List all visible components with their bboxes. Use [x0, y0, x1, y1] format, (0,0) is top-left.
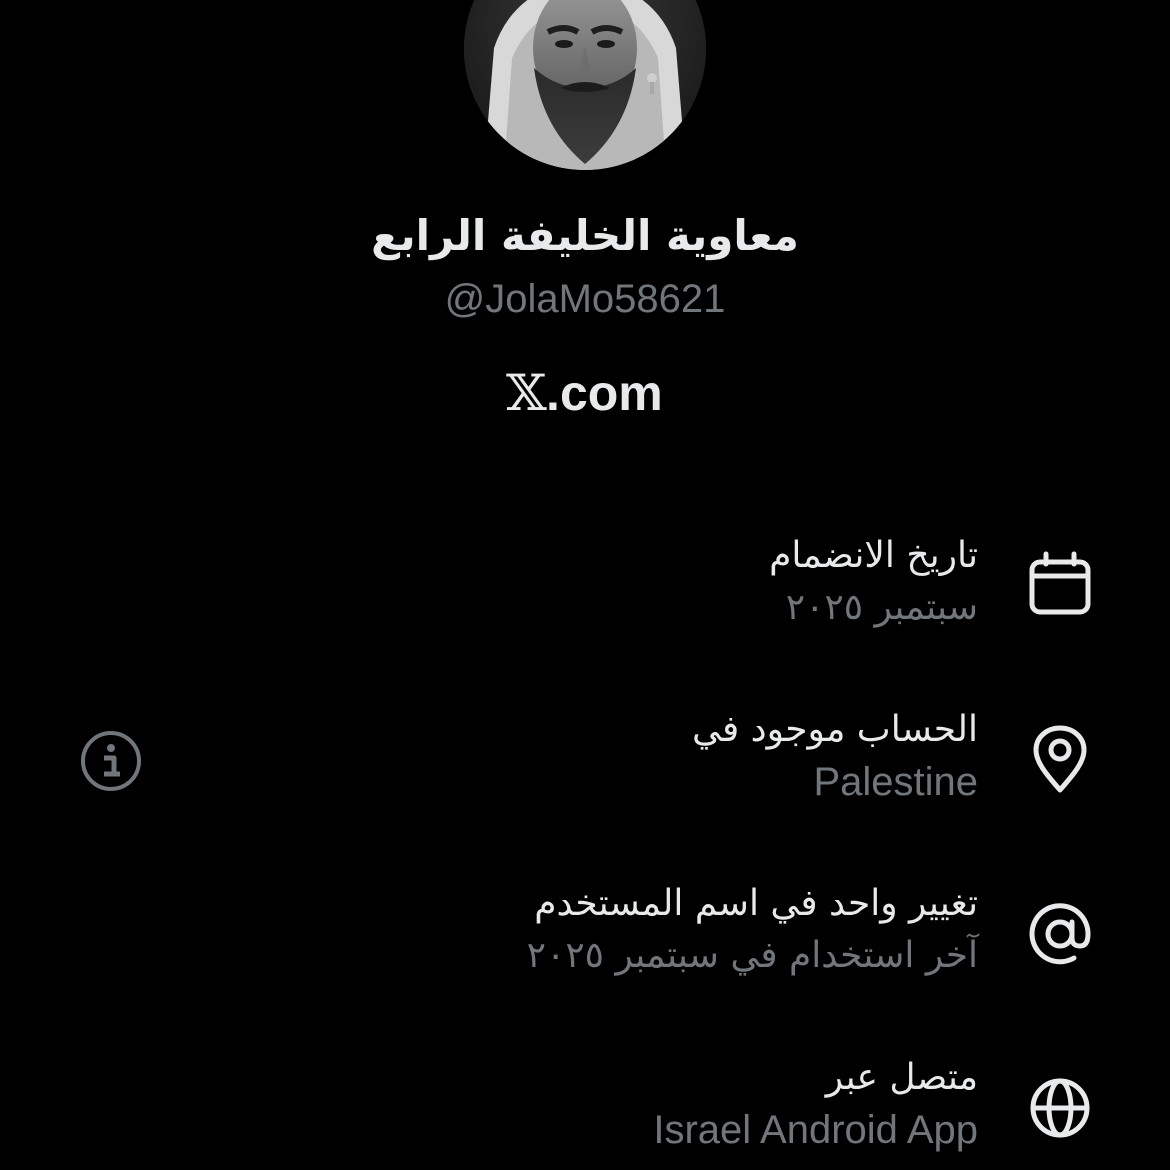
x-com-brand: 𝕏.com — [0, 362, 1170, 424]
location-pin-icon — [1033, 725, 1087, 793]
date-joined-value: سبتمبر ٢٠٢٥ — [785, 587, 978, 628]
about-row-date-joined: تاريخ الانضمام سبتمبر ٢٠٢٥ — [0, 530, 1170, 680]
profile-handle: @JolaMo58621 — [444, 277, 726, 321]
about-row-connected-via: متصل عبر Israel Android App — [0, 1052, 1170, 1170]
connected-via-value: Israel Android App — [653, 1108, 978, 1152]
at-sign-icon — [1029, 903, 1091, 965]
account-about-screen: معاوية الخليفة الرابع @JolaMo58621 𝕏.com… — [0, 0, 1170, 1170]
account-location-value: Palestine — [813, 760, 978, 804]
username-change-value: آخر استخدام في سبتمبر ٢٠٢٥ — [526, 935, 978, 976]
account-location-title: الحساب موجود في — [691, 709, 978, 750]
about-row-account-location: الحساب موجود في Palestine — [0, 704, 1170, 854]
connected-via-title: متصل عبر — [825, 1057, 978, 1098]
about-row-username-change: تغيير واحد في اسم المستخدم آخر استخدام ف… — [0, 878, 1170, 1028]
x-logo-icon: 𝕏 — [506, 364, 548, 422]
date-joined-title: تاريخ الانضمام — [769, 535, 978, 576]
profile-avatar[interactable] — [464, 0, 706, 170]
brand-domain-text: .com — [546, 365, 663, 421]
profile-display-name: معاوية الخليفة الرابع — [371, 211, 799, 260]
username-change-title: تغيير واحد في اسم المستخدم — [534, 883, 978, 924]
avatar-portrait — [464, 0, 706, 170]
info-icon[interactable] — [78, 728, 144, 794]
globe-icon — [1030, 1078, 1090, 1138]
calendar-icon — [1029, 551, 1091, 615]
